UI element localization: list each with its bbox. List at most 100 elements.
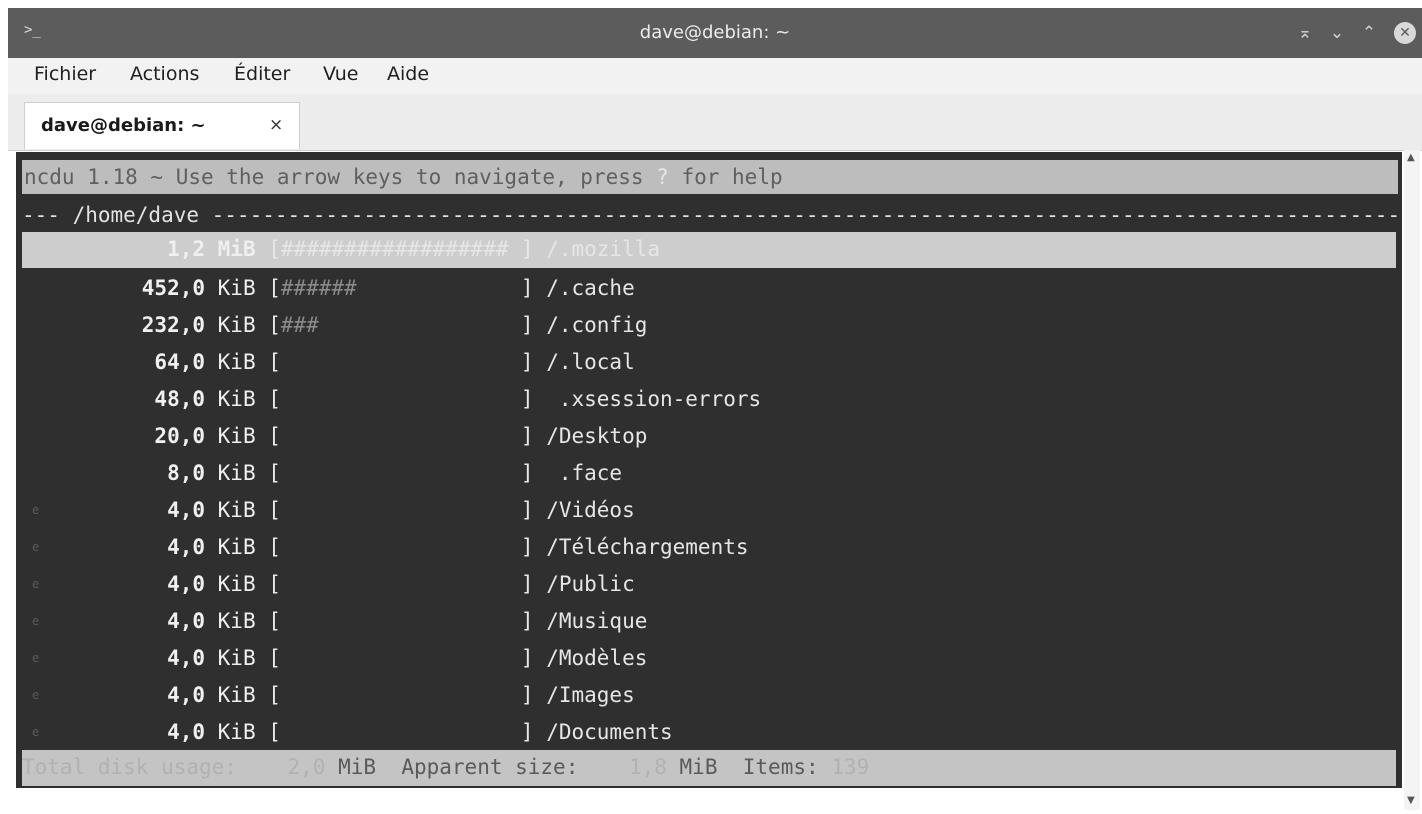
items-label: Items: [742, 755, 819, 779]
ncdu-header-suffix: for help [668, 165, 783, 189]
bar-open-bracket: [ [268, 683, 281, 707]
entry-unit: KiB [217, 609, 256, 633]
bar-open-bracket: [ [268, 313, 281, 337]
entry-name: /Images [546, 683, 635, 707]
ncdu-status-bar: Total disk usage: 2,0 MiB Apparent size:… [22, 750, 1396, 786]
entry-name: /.mozilla [546, 237, 661, 261]
ncdu-entry-row[interactable]: e 4,0 KiB [] /Vidéos [22, 493, 1396, 527]
apparent-size-label: Apparent size: [401, 755, 579, 779]
total-disk-usage-label: Total disk usage: [22, 755, 237, 779]
window-title: dave@debian: ~ [639, 22, 791, 43]
entry-unit: KiB [217, 424, 256, 448]
menu-bar: Fichier Actions Éditer Vue Aide [8, 58, 1422, 94]
window-titlebar[interactable]: >_ dave@debian: ~ ⌅ ⌄ ⌃ ✕ [8, 8, 1422, 58]
entry-size: 4,0 [167, 720, 205, 744]
ncdu-entry-row[interactable]: 452,0 KiB [######] /.cache [22, 271, 1396, 305]
ncdu-entry-row[interactable]: 8,0 KiB [] .face [22, 456, 1396, 490]
bar-close-bracket: ] [520, 313, 534, 337]
menu-actions[interactable]: Actions [128, 63, 201, 85]
bar-open-bracket: [ [268, 350, 281, 374]
terminal-view[interactable]: ncdu 1.18 ~ Use the arrow keys to naviga… [16, 152, 1402, 788]
entry-size: 4,0 [167, 535, 205, 559]
bar-close-bracket: ] [520, 461, 534, 485]
entry-mark: e [32, 688, 40, 702]
bar-close-bracket: ] [520, 609, 534, 633]
menu-vue[interactable]: Vue [321, 63, 360, 85]
entry-size: 48,0 [154, 387, 205, 411]
keep-above-icon[interactable]: ⌅ [1294, 22, 1316, 44]
entry-size: 8,0 [167, 461, 205, 485]
bar-close-bracket: ] [520, 237, 534, 261]
entry-unit: KiB [217, 350, 256, 374]
bar-open-bracket: [ [268, 498, 281, 522]
ncdu-help-key: ? [656, 165, 669, 189]
bar-close-bracket: ] [520, 276, 534, 300]
entry-size: 452,0 [141, 276, 205, 300]
entry-name: /Desktop [546, 424, 648, 448]
bar-open-bracket: [ [268, 535, 281, 559]
tab-terminal[interactable]: dave@debian: ~ × [24, 102, 300, 149]
apparent-size-unit: MiB [679, 755, 718, 779]
tab-label: dave@debian: ~ [41, 115, 206, 136]
bar-close-bracket: ] [520, 350, 534, 374]
scroll-down-icon[interactable]: ▼ [1407, 795, 1415, 806]
entry-mark: e [32, 577, 40, 591]
bar-open-bracket: [ [268, 646, 281, 670]
entry-unit: KiB [217, 276, 256, 300]
terminal-scrollbar[interactable]: ▲ ▼ [1404, 150, 1420, 810]
bar-open-bracket: [ [268, 572, 281, 596]
bar-open-bracket: [ [268, 609, 281, 633]
ncdu-entry-row[interactable]: e 4,0 KiB [] /Modèles [22, 641, 1396, 675]
scroll-up-icon[interactable]: ▲ [1407, 152, 1415, 163]
bar-close-bracket: ] [520, 498, 534, 522]
ncdu-entry-row[interactable]: 64,0 KiB [] /.local [22, 345, 1396, 379]
ncdu-entry-row[interactable]: e 4,0 KiB [] /Documents [22, 715, 1396, 749]
ncdu-entry-row[interactable]: 20,0 KiB [] /Desktop [22, 419, 1396, 453]
ncdu-entry-row[interactable]: e 4,0 KiB [] /Public [22, 567, 1396, 601]
close-window-icon[interactable]: ✕ [1394, 22, 1416, 44]
bar-close-bracket: ] [520, 424, 534, 448]
entry-mark: e [32, 614, 40, 628]
ncdu-header: ncdu 1.18 ~ Use the arrow keys to naviga… [22, 160, 1398, 194]
entry-mark: e [32, 651, 40, 665]
bar-close-bracket: ] [520, 387, 534, 411]
tab-close-icon[interactable]: × [269, 115, 283, 135]
bar-open-bracket: [ [268, 276, 281, 300]
entry-name: /.local [546, 350, 635, 374]
entry-unit: KiB [217, 646, 256, 670]
entry-unit: MiB [217, 237, 256, 261]
menu-aide[interactable]: Aide [385, 63, 431, 85]
ncdu-entry-row[interactable]: 48,0 KiB [] .xsession-errors [22, 382, 1396, 416]
entry-size: 4,0 [167, 609, 205, 633]
entry-unit: KiB [217, 313, 256, 337]
entry-size: 232,0 [141, 313, 205, 337]
apparent-size-value: 1,8 [628, 755, 667, 779]
ncdu-entry-row[interactable]: e 4,0 KiB [] /Téléchargements [22, 530, 1396, 564]
ncdu-entry-row[interactable]: e 4,0 KiB [] /Musique [22, 604, 1396, 638]
entry-name: /Modèles [546, 646, 648, 670]
entry-mark: e [32, 503, 40, 517]
entry-size: 4,0 [167, 646, 205, 670]
entry-unit: KiB [217, 535, 256, 559]
entry-size: 64,0 [154, 350, 205, 374]
menu-editer[interactable]: Éditer [232, 63, 292, 85]
entry-usage-bar: ### [280, 313, 319, 337]
ncdu-entry-row[interactable]: 232,0 KiB [###] /.config [22, 308, 1396, 342]
bar-open-bracket: [ [268, 461, 281, 485]
entry-name: /.cache [546, 276, 635, 300]
bar-open-bracket: [ [268, 387, 281, 411]
maximize-icon[interactable]: ⌃ [1358, 22, 1380, 44]
minimize-icon[interactable]: ⌄ [1326, 22, 1348, 44]
bar-open-bracket: [ [268, 720, 281, 744]
entry-name: /Téléchargements [546, 535, 749, 559]
menu-fichier[interactable]: Fichier [32, 63, 98, 85]
entry-name: /Vidéos [546, 498, 635, 522]
ncdu-selected-entry[interactable]: 1,2 MiB [##################] /.mozilla [22, 232, 1396, 268]
entry-mark: e [32, 540, 40, 554]
entry-name: .face [546, 461, 623, 485]
ncdu-entry-row[interactable]: e 4,0 KiB [] /Images [22, 678, 1396, 712]
total-disk-usage-unit: MiB [338, 755, 377, 779]
entry-size: 4,0 [167, 683, 205, 707]
bar-close-bracket: ] [520, 646, 534, 670]
entry-name: /Public [546, 572, 635, 596]
